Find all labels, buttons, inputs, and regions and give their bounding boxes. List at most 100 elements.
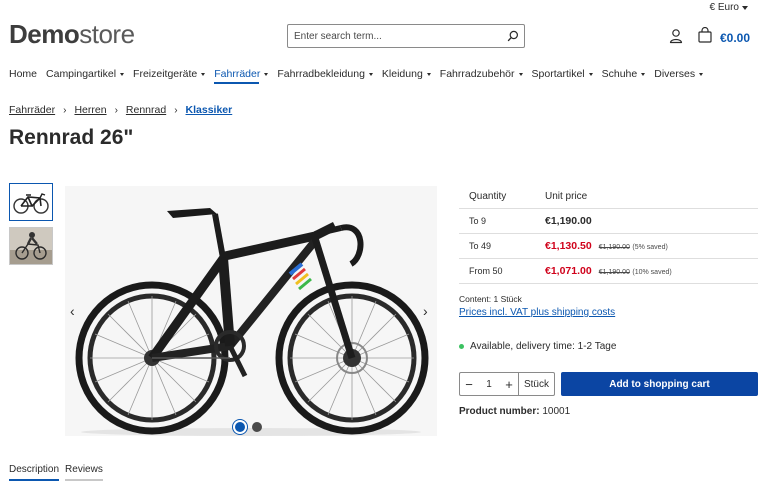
cart-button[interactable]: €0.00 (697, 26, 751, 48)
unit-price: €1,130.50 (545, 240, 592, 252)
search-input[interactable] (288, 25, 502, 47)
price-row: To 9 €1,190.00 (459, 209, 758, 234)
chevron-down-icon (368, 72, 373, 76)
thumbnail-list (9, 183, 53, 271)
chevron-right-icon: › (174, 104, 178, 116)
nav-item-label: Campingartikel (46, 68, 117, 80)
unit-price: €1,190.00 (545, 215, 592, 227)
price-quantity: To 9 (469, 216, 487, 226)
product-tabs: Description Reviews (9, 464, 103, 481)
product-number: Product number: 10001 (459, 406, 570, 417)
thumbnail-rider-photo[interactable] (9, 227, 53, 265)
breadcrumb-link[interactable]: Herren (74, 104, 106, 116)
nav-item-fahrraeder[interactable]: Fahrräder (214, 68, 269, 84)
main-navigation: Home Campingartikel Freizeitgeräte Fahrr… (9, 68, 712, 84)
search-bar (287, 24, 525, 48)
search-icon[interactable] (502, 25, 524, 47)
unit-price: €1,071.00 (545, 265, 592, 277)
saved-percent: (5% saved) (632, 244, 668, 251)
chevron-right-icon: › (63, 104, 67, 116)
nav-item-label: Home (9, 68, 38, 80)
price-table-header: Quantity Unit price (459, 184, 758, 209)
nav-item-freizeitgeraete[interactable]: Freizeitgeräte (133, 68, 206, 80)
breadcrumb: Fahrräder › Herren › Rennrad › Klassiker (9, 104, 232, 116)
nav-item-label: Diverses (654, 68, 696, 80)
chevron-down-icon (120, 72, 125, 76)
chevron-right-icon[interactable]: › (423, 303, 428, 319)
nav-item-kleidung[interactable]: Kleidung (382, 68, 431, 80)
decrease-quantity-button[interactable]: − (460, 377, 478, 392)
nav-item-label: Fahrradbekleidung (277, 68, 365, 80)
old-price: €1,190.00 (598, 269, 630, 276)
price-cell: €1,071.00 €1,190.00 (10% saved) (545, 265, 758, 277)
price-quantity: From 50 (469, 266, 503, 276)
chevron-down-icon (426, 72, 431, 76)
quantity-input[interactable]: 1 (478, 379, 500, 390)
chevron-down-icon (201, 72, 206, 76)
chevron-down-icon (588, 72, 593, 76)
column-header-quantity: Quantity (469, 190, 507, 202)
thumbnail-bike[interactable] (9, 183, 53, 221)
cart-icon (697, 26, 713, 48)
discount-info: €1,190.00 (10% saved) (599, 266, 672, 276)
price-row: From 50 €1,071.00 €1,190.00 (10% saved) (459, 259, 758, 284)
breadcrumb-link[interactable]: Rennrad (126, 104, 166, 116)
availability: Available, delivery time: 1-2 Tage (459, 341, 616, 352)
nav-item-label: Schuhe (601, 68, 638, 80)
nav-item-diverses[interactable]: Diverses (654, 68, 704, 80)
shipping-costs-link[interactable]: Prices incl. VAT plus shipping costs (459, 307, 615, 318)
nav-item-label: Freizeitgeräte (133, 68, 198, 80)
price-quantity: To 49 (469, 241, 492, 251)
price-row: To 49 €1,130.50 €1,190.00 (5% saved) (459, 234, 758, 259)
price-cell: €1,190.00 (545, 215, 758, 227)
chevron-down-icon (742, 5, 748, 10)
page-title: Rennrad 26" (9, 126, 134, 149)
nav-item-schuhe[interactable]: Schuhe (602, 68, 646, 80)
nav-item-home[interactable]: Home (9, 68, 37, 80)
breadcrumb-link[interactable]: Fahrräder (9, 104, 55, 116)
price-table: Quantity Unit price To 9 €1,190.00 To 49… (459, 184, 758, 284)
quantity-unit: Stück (518, 373, 554, 395)
pagination-dot[interactable] (235, 422, 245, 432)
nav-item-sportartikel[interactable]: Sportartikel (532, 68, 593, 80)
add-to-cart-button[interactable]: Add to shopping cart (561, 372, 758, 396)
chevron-down-icon (699, 72, 704, 76)
nav-item-campingartikel[interactable]: Campingartikel (46, 68, 125, 80)
currency-label: € Euro (709, 2, 739, 13)
logo-light: store (79, 19, 135, 49)
store-logo[interactable]: Demostore (9, 20, 135, 48)
chevron-down-icon (641, 72, 646, 76)
saved-percent: (10% saved) (632, 269, 672, 276)
account-icon[interactable] (668, 28, 684, 44)
tab-reviews[interactable]: Reviews (65, 464, 103, 481)
available-dot-icon (459, 344, 464, 349)
price-cell: €1,130.50 €1,190.00 (5% saved) (545, 240, 758, 252)
breadcrumb-current[interactable]: Klassiker (186, 104, 233, 116)
column-header-unit-price: Unit price (545, 190, 588, 202)
nav-item-fahrradzubehoer[interactable]: Fahrradzubehör (440, 68, 523, 80)
quantity-stepper: − 1 + Stück (459, 372, 555, 396)
product-image[interactable] (65, 186, 437, 436)
tab-description[interactable]: Description (9, 464, 60, 481)
chevron-right-icon: › (114, 104, 118, 116)
nav-item-label: Fahrräder (214, 68, 261, 80)
cart-total: €0.00 (720, 30, 751, 45)
nav-item-label: Kleidung (381, 68, 423, 80)
logo-bold: Demo (9, 19, 80, 49)
nav-item-label: Sportartikel (531, 68, 585, 80)
currency-selector[interactable]: € Euro (710, 2, 748, 13)
chevron-down-icon (518, 72, 523, 76)
pagination-dot[interactable] (252, 422, 262, 432)
old-price: €1,190.00 (598, 244, 630, 251)
product-content: Content: 1 Stück (459, 294, 522, 304)
availability-text: Available, delivery time: 1-2 Tage (470, 341, 617, 352)
increase-quantity-button[interactable]: + (500, 377, 518, 392)
product-number-value: 10001 (542, 406, 571, 417)
nav-item-label: Fahrradzubehör (439, 68, 515, 80)
image-pagination (235, 422, 262, 432)
nav-item-fahrradbekleidung[interactable]: Fahrradbekleidung (277, 68, 373, 80)
discount-info: €1,190.00 (5% saved) (599, 241, 668, 251)
chevron-left-icon[interactable]: ‹ (70, 303, 75, 319)
chevron-down-icon (264, 72, 269, 76)
product-number-label: Product number: (459, 406, 540, 417)
